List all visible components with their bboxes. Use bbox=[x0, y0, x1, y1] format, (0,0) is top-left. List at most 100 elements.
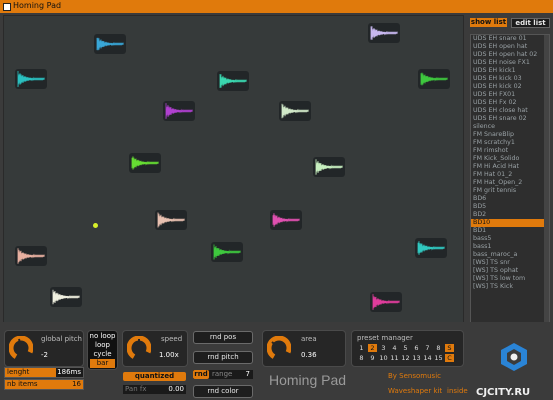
pan-fx-slider[interactable]: Pan fx 0.00 bbox=[123, 385, 186, 394]
tab-show-list[interactable]: show list bbox=[470, 18, 507, 27]
list-scrollbar[interactable] bbox=[544, 35, 549, 322]
list-item[interactable]: BD6 bbox=[471, 195, 549, 203]
list-item[interactable]: FM SnareBlip bbox=[471, 131, 549, 139]
list-item[interactable]: [WS] TS ophat bbox=[471, 267, 549, 275]
preset-slot[interactable]: 9 bbox=[368, 354, 377, 362]
list-item[interactable]: BD10 bbox=[471, 219, 549, 227]
global-pitch-knob[interactable] bbox=[9, 336, 33, 360]
sample-tile[interactable] bbox=[129, 153, 161, 173]
lenght-slider[interactable]: lenght 186ms bbox=[4, 367, 84, 378]
sample-tile[interactable] bbox=[370, 292, 402, 312]
list-item[interactable]: [WS] TS low tom bbox=[471, 275, 549, 283]
app-name: Homing Pad bbox=[269, 372, 347, 388]
sample-tile[interactable] bbox=[418, 69, 450, 89]
waveform-icon bbox=[157, 212, 185, 228]
rnd-pos-button[interactable]: rnd pos bbox=[193, 331, 253, 344]
quantized-toggle[interactable]: quantized bbox=[123, 372, 186, 381]
list-item[interactable]: UDS EH close hat bbox=[471, 107, 549, 115]
list-item[interactable]: FM scratchy1 bbox=[471, 139, 549, 147]
list-item[interactable]: bass5 bbox=[471, 235, 549, 243]
window-title: Homing Pad bbox=[13, 1, 62, 10]
preset-slot[interactable]: 10 bbox=[379, 354, 388, 362]
sample-tile[interactable] bbox=[15, 69, 47, 89]
preset-manager-label: preset manager bbox=[357, 334, 413, 342]
sample-tile[interactable] bbox=[15, 246, 47, 266]
list-item[interactable]: FM Hat 01_2 bbox=[471, 171, 549, 179]
homing-pad[interactable] bbox=[3, 15, 464, 323]
list-item[interactable]: UDS EH snare 02 bbox=[471, 115, 549, 123]
preset-slot[interactable]: S bbox=[445, 344, 454, 352]
preset-slot[interactable]: 8 bbox=[434, 344, 443, 352]
list-item[interactable]: FM grit tennis bbox=[471, 187, 549, 195]
rnd-label: rnd bbox=[193, 370, 209, 379]
preset-slot[interactable]: 5 bbox=[401, 344, 410, 352]
waveform-icon bbox=[372, 294, 400, 310]
preset-slot[interactable]: 4 bbox=[390, 344, 399, 352]
rnd-range-control[interactable]: rnd range 7 bbox=[193, 370, 253, 379]
rnd-color-button[interactable]: rnd color bbox=[193, 385, 253, 398]
loop-mode-selector[interactable]: no loop loop cycle bar bbox=[87, 330, 118, 370]
list-item[interactable]: UDS EH Fx 02 bbox=[471, 99, 549, 107]
sample-tile[interactable] bbox=[368, 23, 400, 43]
nb-items-slider[interactable]: nb items 16 bbox=[4, 379, 84, 390]
list-item[interactable]: UDS EH open hat 02 bbox=[471, 51, 549, 59]
list-item[interactable]: silence bbox=[471, 123, 549, 131]
preset-slot[interactable]: 15 bbox=[434, 354, 443, 362]
list-item[interactable]: UDS EH kick1 bbox=[471, 67, 549, 75]
area-knob[interactable] bbox=[267, 336, 291, 360]
list-item[interactable]: [WS] TS snr bbox=[471, 259, 549, 267]
waveform-icon bbox=[272, 213, 300, 227]
sample-tile[interactable] bbox=[313, 157, 345, 177]
sample-tile[interactable] bbox=[94, 34, 126, 54]
preset-slot[interactable]: 12 bbox=[401, 354, 410, 362]
preset-slot[interactable]: 6 bbox=[412, 344, 421, 352]
preset-slot[interactable]: 11 bbox=[390, 354, 399, 362]
list-item[interactable]: UDS EH kick 03 bbox=[471, 75, 549, 83]
speed-knob[interactable] bbox=[127, 336, 151, 360]
preset-slot[interactable]: 1 bbox=[357, 344, 366, 352]
control-strip: global pitch -2 lenght 186ms nb items 16… bbox=[0, 322, 553, 400]
list-item[interactable]: bass1 bbox=[471, 243, 549, 251]
preset-slot[interactable]: 8 bbox=[357, 354, 366, 362]
preset-slot[interactable]: 7 bbox=[423, 344, 432, 352]
preset-slot[interactable]: 14 bbox=[423, 354, 432, 362]
list-item[interactable]: UDS EH open hat bbox=[471, 43, 549, 51]
sample-tile[interactable] bbox=[279, 101, 311, 121]
list-item[interactable]: FM Hat_Open_2 bbox=[471, 179, 549, 187]
preset-slot[interactable]: 2 bbox=[368, 344, 377, 352]
list-item[interactable]: UDS EH kick 02 bbox=[471, 83, 549, 91]
preset-slot[interactable]: C bbox=[445, 354, 454, 362]
list-item[interactable]: bass_maroc_a bbox=[471, 251, 549, 259]
list-item[interactable]: FM Kick_Solido bbox=[471, 155, 549, 163]
loop-option-no-loop[interactable]: no loop bbox=[88, 332, 117, 340]
preset-slot[interactable]: 3 bbox=[379, 344, 388, 352]
tab-edit-list[interactable]: edit list bbox=[511, 18, 550, 28]
rnd-pitch-button[interactable]: rnd pitch bbox=[193, 351, 253, 364]
list-item[interactable]: UDS EH snare 01 bbox=[471, 35, 549, 43]
loop-option-cycle[interactable]: cycle bbox=[88, 350, 117, 358]
sample-tile[interactable] bbox=[50, 287, 82, 307]
sample-tile[interactable] bbox=[270, 210, 302, 230]
sample-tile[interactable] bbox=[163, 101, 195, 121]
list-item[interactable]: BD2 bbox=[471, 211, 549, 219]
window-menu-icon[interactable] bbox=[3, 3, 11, 11]
list-item[interactable]: FM Hi Acid Hat bbox=[471, 163, 549, 171]
sample-tile[interactable] bbox=[217, 71, 249, 91]
list-item[interactable]: [WS] TS Kick bbox=[471, 283, 549, 291]
list-item[interactable]: UDS EH noise FX1 bbox=[471, 59, 549, 67]
loop-option-bar[interactable]: bar bbox=[90, 359, 115, 368]
loop-option-loop[interactable]: loop bbox=[88, 341, 117, 349]
waveform-icon bbox=[17, 248, 45, 264]
list-item[interactable]: BD5 bbox=[471, 203, 549, 211]
list-item[interactable]: FM rimshot bbox=[471, 147, 549, 155]
sample-list[interactable]: UDS EH snare 01 UDS EH open hat UDS EH ope… bbox=[470, 34, 550, 323]
preset-slot[interactable]: 13 bbox=[412, 354, 421, 362]
list-item[interactable]: BD1 bbox=[471, 227, 549, 235]
list-item[interactable]: UDS EH FX01 bbox=[471, 91, 549, 99]
sample-tile[interactable] bbox=[415, 238, 447, 258]
waveform-icon bbox=[17, 71, 45, 88]
sample-tile[interactable] bbox=[155, 210, 187, 230]
waveform-icon bbox=[52, 289, 80, 305]
sample-tile[interactable] bbox=[211, 242, 243, 262]
homing-cursor[interactable] bbox=[93, 223, 98, 228]
